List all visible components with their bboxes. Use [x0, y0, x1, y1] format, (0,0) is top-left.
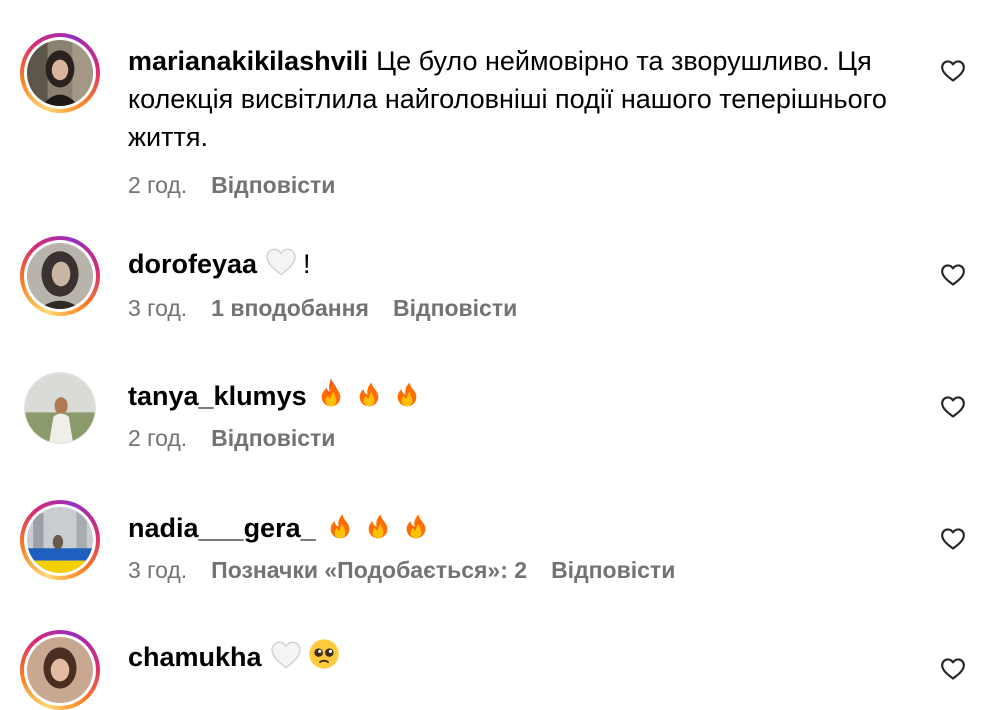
comment-meta: 3 год. Позначки «Подобається»: 2 Відповіст…	[128, 557, 928, 584]
avatar	[27, 243, 93, 309]
avatar-story-ring[interactable]	[20, 630, 100, 710]
heart-outline-icon	[941, 658, 965, 680]
fire-emoji	[362, 509, 394, 541]
avatar-story-ring[interactable]	[20, 236, 100, 316]
comment-text: nadia___gera_	[128, 509, 918, 547]
comment-text: marianakikilashvili Це було неймовірно та…	[128, 42, 918, 156]
reply-button[interactable]: Відповісти	[393, 295, 517, 321]
reply-button[interactable]: Відповісти	[551, 557, 675, 583]
fire-emoji	[315, 377, 347, 409]
fire-emoji	[400, 509, 432, 541]
likes-count[interactable]: 1 вподобання	[211, 295, 369, 321]
fire-emoji	[391, 377, 423, 409]
comment-username[interactable]: tanya_klumys	[128, 381, 307, 411]
comment-text: dorofeyaa!	[128, 245, 918, 283]
like-button[interactable]	[940, 58, 966, 84]
exclamation-text: !	[303, 249, 311, 279]
comment-username[interactable]: chamukha	[128, 642, 262, 672]
like-button[interactable]	[940, 262, 966, 288]
avatar-story-ring[interactable]	[20, 500, 100, 580]
comment-time: 3 год.	[128, 557, 188, 583]
comment-text: chamukha	[128, 638, 918, 676]
avatar-ring[interactable]	[24, 372, 96, 444]
comment-time: 2 год.	[128, 425, 188, 451]
comment-meta: 2 год. Відповісти	[128, 425, 928, 452]
like-button[interactable]	[940, 526, 966, 552]
white-heart-emoji	[270, 640, 302, 670]
fire-emoji	[324, 509, 356, 541]
comment-time: 2 год.	[128, 172, 188, 198]
heart-outline-icon	[941, 528, 965, 550]
avatar	[27, 637, 93, 703]
avatar	[25, 373, 95, 443]
comment-username[interactable]: marianakikilashvili	[128, 46, 368, 76]
white-heart-emoji	[265, 247, 297, 277]
avatar-photo	[27, 40, 93, 106]
comment-username[interactable]: nadia___gera_	[128, 513, 316, 543]
reply-button[interactable]: Відповісти	[211, 172, 335, 198]
comment-meta: 2 год. Відповісти	[128, 172, 928, 199]
avatar	[27, 40, 93, 106]
avatar-photo	[27, 507, 93, 573]
fire-emoji	[353, 377, 385, 409]
heart-outline-icon	[941, 396, 965, 418]
heart-outline-icon	[941, 60, 965, 82]
like-button[interactable]	[940, 656, 966, 682]
avatar-photo	[27, 243, 93, 309]
reply-button[interactable]: Відповісти	[211, 425, 335, 451]
comment-time: 3 год.	[128, 295, 188, 321]
comments-list: marianakikilashvili Це було неймовірно та…	[0, 0, 989, 710]
likes-count[interactable]: Позначки «Подобається»: 2	[211, 557, 527, 583]
like-button[interactable]	[940, 394, 966, 420]
comment-text: tanya_klumys	[128, 377, 918, 415]
heart-outline-icon	[941, 264, 965, 286]
comment-username[interactable]: dorofeyaa	[128, 249, 257, 279]
avatar-photo	[25, 373, 95, 443]
avatar	[27, 507, 93, 573]
avatar-story-ring[interactable]	[20, 33, 100, 113]
comment-meta: 3 год. 1 вподобання Відповісти	[128, 295, 928, 322]
pleading-face-emoji	[308, 638, 340, 670]
avatar-photo	[27, 637, 93, 703]
